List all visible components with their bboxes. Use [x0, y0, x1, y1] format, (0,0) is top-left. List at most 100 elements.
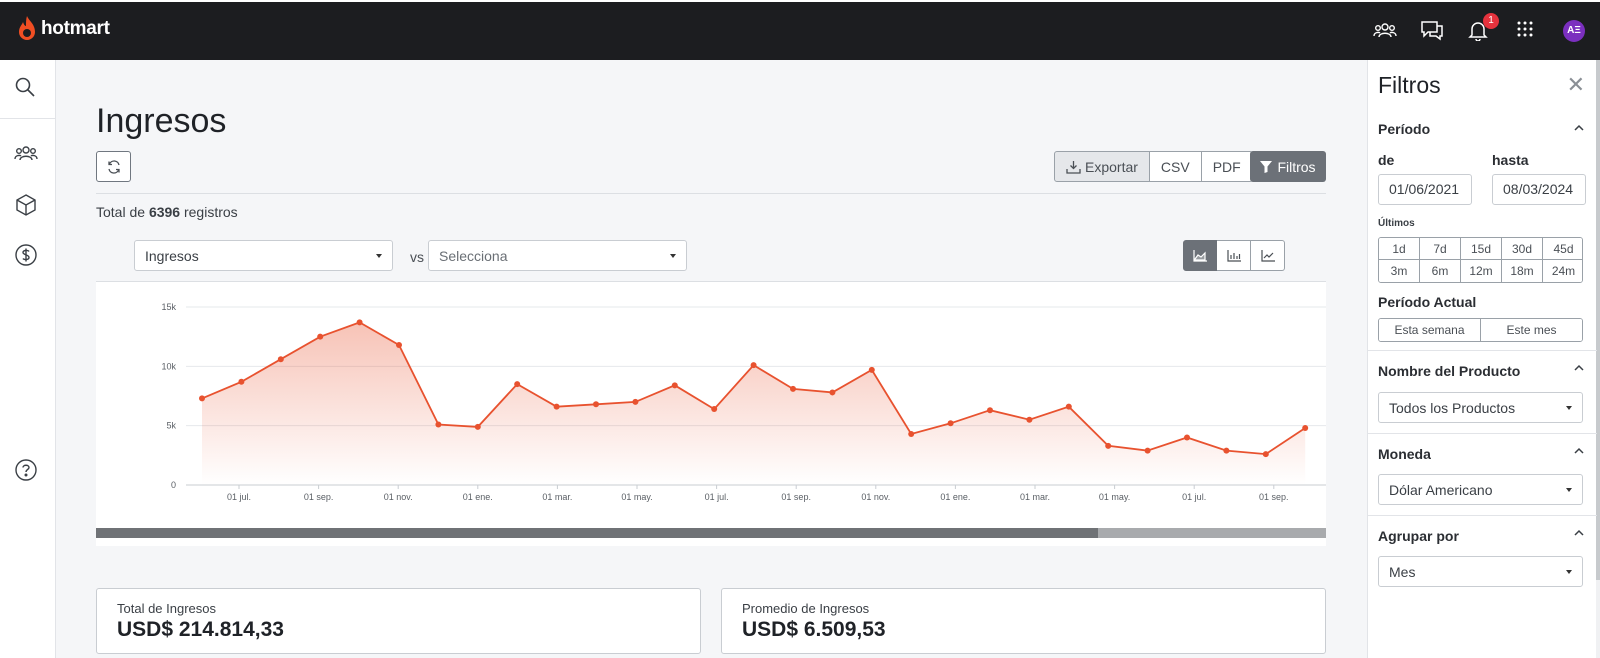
period-30d-button[interactable]: 30d — [1502, 238, 1543, 260]
vs-label: vs — [410, 249, 424, 265]
total-suffix: registros — [183, 204, 238, 220]
user-avatar[interactable]: AΞ — [1563, 20, 1585, 42]
compare-select[interactable]: Selecciona — [428, 240, 687, 271]
export-group: Exportar CSV PDF — [1054, 151, 1253, 182]
data-point — [987, 407, 993, 414]
close-icon[interactable]: ✕ — [1567, 74, 1585, 96]
this-week-button[interactable]: Esta semana — [1379, 319, 1480, 341]
data-point — [553, 403, 560, 410]
data-point — [1065, 403, 1072, 410]
data-point — [790, 385, 796, 392]
dollar-icon[interactable] — [14, 243, 40, 269]
section-divider — [1368, 350, 1597, 351]
total-count: 6396 — [148, 204, 181, 220]
panel-scroll-thumb[interactable] — [1596, 60, 1600, 580]
section-divider — [1368, 433, 1597, 434]
chart-scroll-thumb[interactable] — [96, 528, 1098, 538]
card-label: Promedio de Ingresos — [742, 601, 870, 616]
y-tick-label: 0 — [171, 480, 176, 490]
page-title: Ingresos — [96, 102, 227, 140]
period-12m-button[interactable]: 12m — [1461, 260, 1502, 282]
panel-scrollbar[interactable] — [1596, 60, 1600, 658]
main-content: Ingresos Exportar CSV PDF Filtros Total … — [56, 60, 1367, 658]
refresh-button[interactable] — [96, 151, 131, 182]
period-1d-button[interactable]: 1d — [1379, 238, 1420, 260]
x-tick-label: 01 may. — [621, 492, 652, 502]
community-icon[interactable] — [1373, 19, 1399, 43]
flame-icon — [19, 16, 35, 40]
period-6m-button[interactable]: 6m — [1420, 260, 1461, 282]
caret-down-icon — [670, 253, 676, 258]
period-3m-button[interactable]: 3m — [1379, 260, 1420, 282]
card-value: USD$ 214.814,33 — [117, 618, 284, 641]
metric-select-value: Ingresos — [145, 247, 199, 264]
total-records: Total de 6396 registros — [96, 204, 238, 220]
data-point — [514, 381, 521, 388]
metric-select[interactable]: Ingresos — [134, 240, 393, 271]
series-area — [202, 322, 1306, 485]
data-point — [750, 362, 757, 369]
download-icon — [1066, 160, 1081, 174]
data-point — [1302, 425, 1309, 432]
pdf-button[interactable]: PDF — [1201, 151, 1253, 182]
data-point — [199, 395, 205, 402]
period-7d-button[interactable]: 7d — [1420, 238, 1461, 260]
help-icon[interactable] — [14, 458, 40, 484]
bar-chart-icon — [1226, 249, 1241, 262]
data-point — [1223, 447, 1230, 454]
search-icon[interactable] — [14, 76, 40, 102]
period-18m-button[interactable]: 18m — [1502, 260, 1543, 282]
caret-down-icon — [1566, 405, 1572, 410]
apps-grid-icon[interactable] — [1515, 19, 1541, 43]
chart-svg: 15k 10k 5k 0 01 jul. 01 sep. 01 nov. 01 ene. 01 … — [161, 302, 1326, 502]
top-bar: hotmart 1 AΞ — [0, 0, 1600, 60]
x-tick-label: 01 nov. — [384, 492, 413, 502]
date-from-input[interactable]: 01/06/2021 — [1378, 174, 1472, 205]
data-point — [317, 333, 324, 340]
data-point — [1262, 451, 1269, 458]
chart-scrollbar[interactable] — [96, 528, 1326, 538]
divider — [96, 193, 1326, 194]
producto-title: Nombre del Producto — [1378, 363, 1521, 379]
period-24m-button[interactable]: 24m — [1543, 260, 1582, 282]
currency-select[interactable]: Dólar Americano — [1378, 474, 1583, 505]
group-by-select[interactable]: Mes — [1378, 556, 1583, 587]
this-month-button[interactable]: Este mes — [1480, 319, 1582, 341]
data-point — [1105, 442, 1112, 449]
date-to-input[interactable]: 08/03/2024 — [1492, 174, 1586, 205]
chevron-up-icon[interactable] — [1574, 123, 1584, 133]
period-15d-button[interactable]: 15d — [1461, 238, 1502, 260]
area-chart-button[interactable] — [1183, 240, 1217, 271]
bar-chart-button[interactable] — [1217, 240, 1251, 271]
last-period-grid: 1d 7d 15d 30d 45d 3m 6m 12m 18m 24m — [1378, 237, 1583, 283]
x-tick-label: 01 jul. — [705, 492, 729, 502]
data-point — [908, 430, 915, 437]
export-label: Exportar — [1085, 158, 1138, 175]
current-period-group: Esta semana Este mes — [1378, 318, 1583, 342]
product-select[interactable]: Todos los Productos — [1378, 392, 1583, 423]
notification-badge: 1 — [1483, 13, 1499, 29]
box-icon[interactable] — [14, 193, 40, 219]
caret-down-icon — [1566, 569, 1572, 574]
line-chart-button[interactable] — [1251, 240, 1285, 271]
filters-button[interactable]: Filtros — [1250, 151, 1326, 182]
nav-divider — [0, 118, 55, 119]
period-45d-button[interactable]: 45d — [1543, 238, 1582, 260]
chevron-up-icon[interactable] — [1574, 528, 1584, 538]
data-point — [593, 401, 599, 408]
data-point — [947, 420, 954, 427]
csv-button[interactable]: CSV — [1149, 151, 1202, 182]
card-label: Total de Ingresos — [117, 601, 217, 616]
export-button[interactable]: Exportar — [1054, 151, 1150, 182]
product-select-value: Todos los Productos — [1389, 399, 1516, 416]
funnel-icon — [1260, 160, 1273, 173]
users-icon[interactable] — [14, 142, 40, 168]
hotmart-logo[interactable]: hotmart — [16, 15, 110, 43]
x-tick-label: 01 sep. — [304, 492, 334, 502]
chat-icon[interactable] — [1420, 19, 1446, 43]
bell-icon[interactable]: 1 — [1467, 13, 1499, 43]
periodo-title: Período — [1378, 121, 1431, 137]
x-tick-label: 01 sep. — [781, 492, 811, 502]
chevron-up-icon[interactable] — [1574, 446, 1584, 456]
chevron-up-icon[interactable] — [1574, 363, 1584, 373]
